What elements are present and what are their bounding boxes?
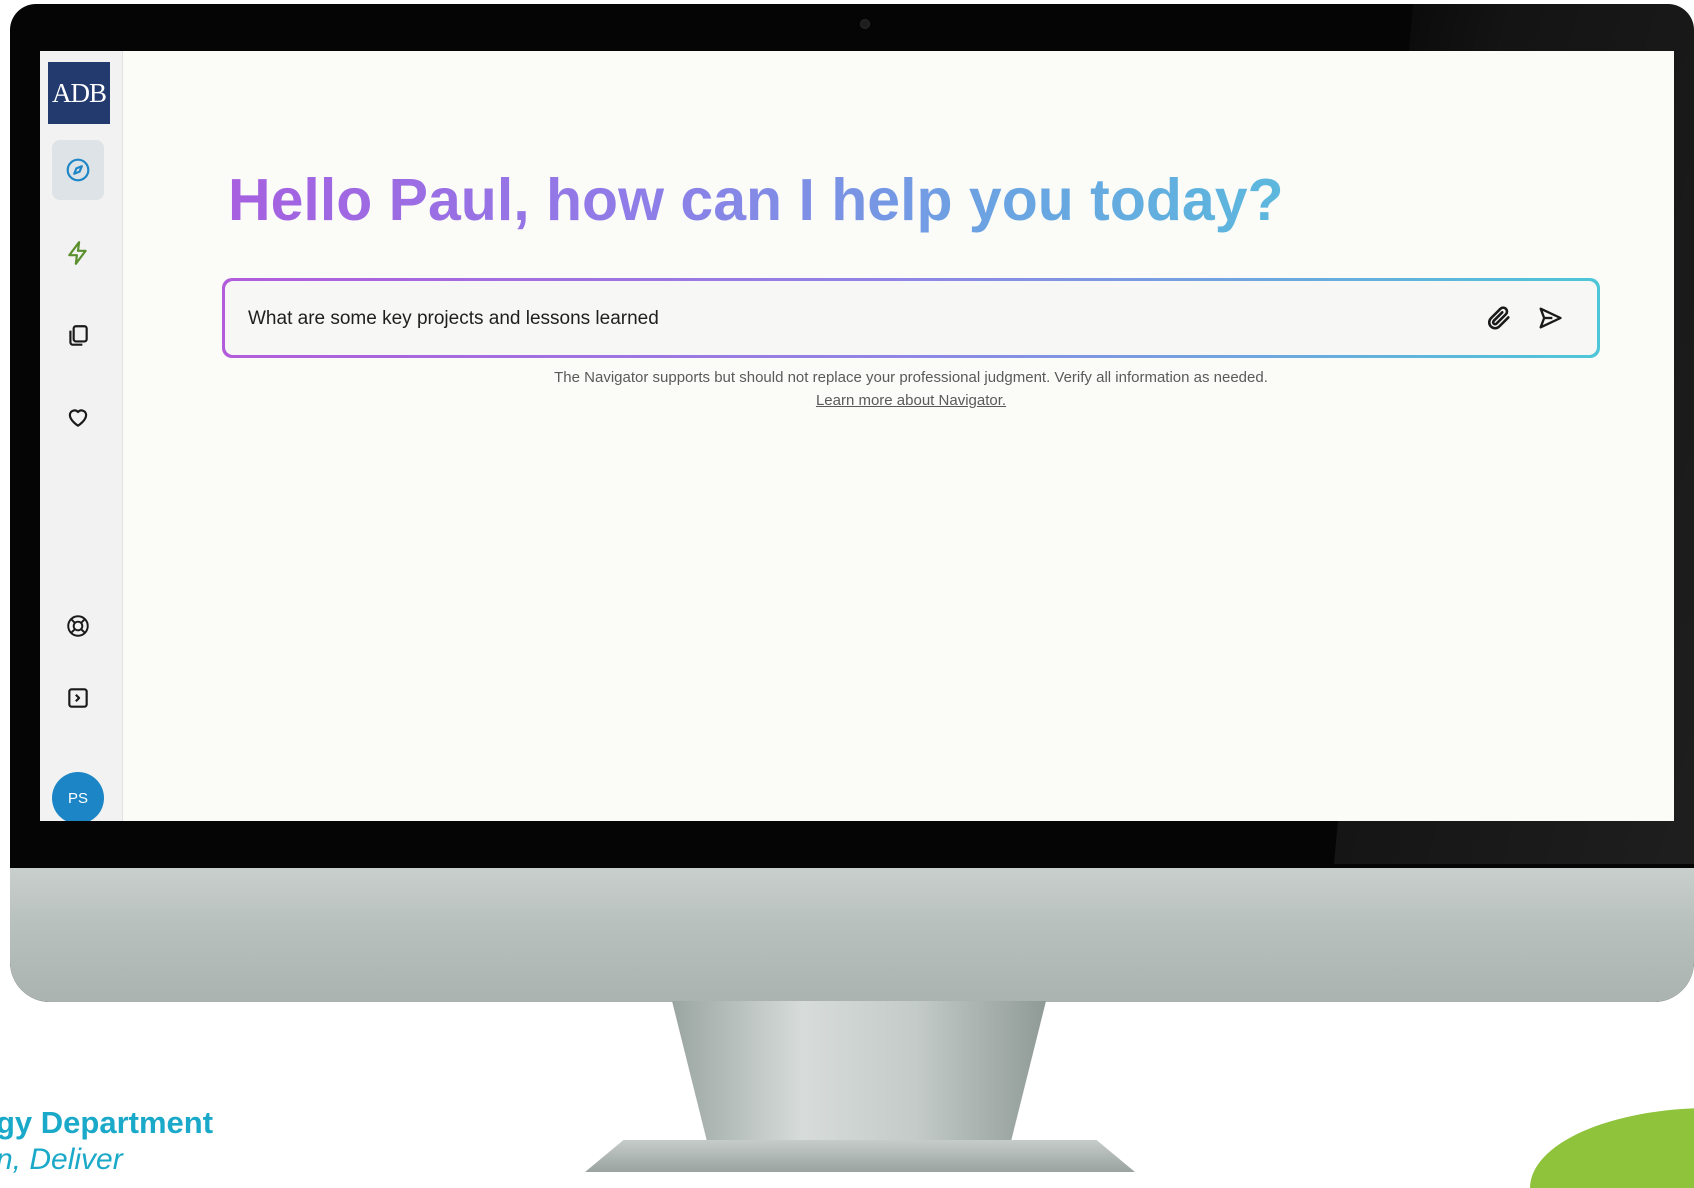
sidebar-item-documents[interactable] bbox=[52, 306, 104, 366]
sidebar-expand-button[interactable] bbox=[52, 668, 104, 728]
camera bbox=[860, 19, 870, 29]
heart-icon bbox=[68, 409, 88, 427]
send-button[interactable] bbox=[1531, 299, 1569, 337]
send-icon bbox=[1539, 307, 1562, 329]
query-box-inner bbox=[225, 281, 1597, 357]
app-screen: ADB PS Hello Paul, how can I help you to… bbox=[40, 51, 1674, 821]
adb-logo[interactable]: ADB bbox=[48, 62, 110, 124]
sidebar-item-help[interactable] bbox=[52, 596, 104, 656]
learn-more-link[interactable]: Learn more about Navigator. bbox=[222, 392, 1600, 409]
query-box bbox=[222, 278, 1600, 358]
documents-icon bbox=[69, 325, 88, 346]
disclaimer-text: The Navigator supports but should not re… bbox=[554, 369, 1268, 386]
attach-button[interactable] bbox=[1480, 299, 1518, 337]
lifebuoy-icon bbox=[67, 615, 89, 637]
lightning-icon bbox=[68, 241, 87, 265]
page-title: Hello Paul, how can I help you today? bbox=[228, 165, 1284, 236]
sidebar-expand-icon bbox=[68, 688, 88, 708]
user-avatar[interactable]: PS bbox=[52, 772, 104, 821]
sidebar-item-navigator[interactable] bbox=[52, 140, 104, 200]
monitor-stand-neck bbox=[672, 1001, 1046, 1151]
monitor-stand-base bbox=[585, 1140, 1135, 1172]
brand-swoosh bbox=[1530, 1108, 1694, 1188]
query-input[interactable] bbox=[246, 281, 1380, 357]
brand-text-department: gy Department bbox=[0, 1105, 214, 1140]
monitor-chin bbox=[10, 868, 1694, 1002]
monitor-frame: ADB PS Hello Paul, how can I help you to… bbox=[10, 4, 1694, 1002]
compass-icon bbox=[66, 158, 90, 182]
paperclip-icon bbox=[1488, 306, 1510, 330]
sidebar: ADB PS bbox=[40, 51, 123, 821]
sidebar-item-favorites[interactable] bbox=[52, 387, 104, 447]
sidebar-item-quick-actions[interactable] bbox=[52, 223, 104, 283]
